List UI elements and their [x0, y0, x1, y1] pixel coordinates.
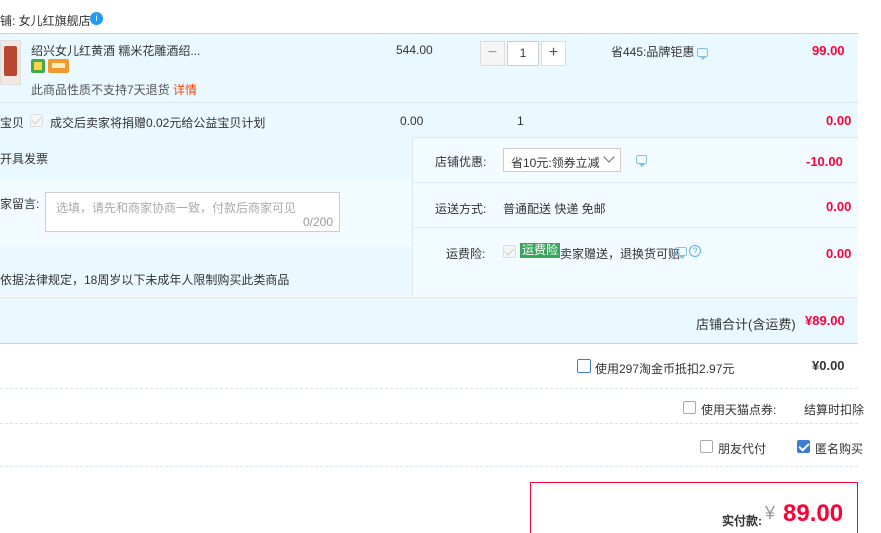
message-label: 家留言:: [0, 197, 40, 211]
item-subtotal: 99.00: [812, 43, 845, 58]
coupon-chat-icon[interactable]: [636, 155, 647, 167]
discount-chat-icon[interactable]: [697, 48, 708, 60]
charity-text: 成交后卖家将捐赠0.02元给公益宝贝计划: [50, 116, 266, 130]
taobao-coins-amount: ¥0.00: [812, 358, 845, 373]
product-title[interactable]: 绍兴女儿红黄酒 糯米花雕酒绍...: [31, 42, 200, 59]
shipping-amount: 0.00: [826, 199, 852, 214]
payment-currency: ¥: [765, 503, 776, 523]
charity-label-prefix: 宝贝: [0, 116, 25, 130]
coupon-label: 店铺优惠:: [435, 155, 487, 169]
chevron-down-icon: [603, 151, 615, 163]
message-input[interactable]: 选填，请先和商家协商一致，付款后商家可见 0/200: [45, 192, 340, 232]
charity-qty: 1: [517, 114, 524, 128]
shop-total-amount: ¥89.00: [805, 313, 845, 328]
payment-label: 实付款:: [722, 514, 762, 528]
qty-minus-button[interactable]: −: [480, 41, 505, 66]
anonymous-label[interactable]: 匿名购买: [815, 440, 863, 457]
anonymous-checkbox[interactable]: [797, 440, 810, 453]
insurance-label: 运费险:: [446, 247, 486, 261]
product-thumbnail-bottle: [4, 46, 17, 76]
shop-wangwang-icon[interactable]: i: [90, 12, 103, 25]
insurance-text: 卖家赠送，退换货可赔: [560, 247, 681, 261]
coupon-select[interactable]: 省10元:领券立减: [503, 148, 621, 172]
payment-amount: 89.00: [783, 500, 844, 527]
friend-pay-label[interactable]: 朋友代付: [718, 440, 766, 457]
tmall-points-label[interactable]: 使用天猫点券:: [701, 401, 776, 418]
return-notice-text: 此商品性质不支持7天退货: [31, 83, 170, 97]
detail-link[interactable]: 详情: [173, 83, 197, 97]
charity-price: 0.00: [400, 114, 424, 128]
charity-checkbox: [30, 114, 43, 127]
shop-name[interactable]: 铺: 女儿红旗舰店: [0, 12, 91, 29]
coupon-selected: 省10元:领券立减: [511, 156, 600, 170]
help-icon[interactable]: ?: [689, 245, 701, 257]
service-icon-card: [48, 59, 69, 73]
taobao-coins-checkbox[interactable]: [577, 359, 591, 373]
help-icon-glyph: ?: [692, 246, 698, 256]
shipping-label: 运送方式:: [435, 202, 487, 216]
tmall-points-checkbox[interactable]: [683, 401, 696, 414]
product-thumbnail[interactable]: [0, 40, 21, 85]
message-count: 0/200: [302, 215, 333, 229]
legal-notice: 依据法律规定，18周岁以下未成年人限制购买此类商品: [0, 273, 290, 287]
qty-input[interactable]: 1: [507, 41, 539, 66]
insurance-chat-icon[interactable]: [676, 247, 687, 259]
return-notice: 此商品性质不支持7天退货 详情: [31, 81, 197, 98]
coupon-amount: -10.00: [806, 154, 843, 169]
insurance-checkbox: [503, 245, 516, 258]
shop-wangwang-icon-glyph: i: [95, 13, 98, 23]
insurance-badge: 运费险: [520, 243, 561, 258]
charity-subtotal: 0.00: [826, 113, 852, 128]
shop-total-label: 店铺合计(含运费): [696, 317, 796, 332]
message-placeholder: 选填，请先和商家协商一致，付款后商家可见: [56, 201, 297, 215]
discount-text: 省445:品牌钜惠: [611, 45, 695, 59]
tmall-points-value: 结算时扣除: [804, 403, 865, 417]
taobao-coins-label[interactable]: 使用297淘金币抵扣2.97元: [595, 360, 734, 377]
payment-box: 实付款: ¥ 89.00: [530, 482, 858, 533]
invoice-label[interactable]: 开具发票: [0, 150, 48, 167]
insurance-amount: 0.00: [826, 246, 852, 261]
unit-price: 544.00: [396, 43, 433, 57]
friend-pay-checkbox[interactable]: [700, 440, 713, 453]
options-divider: [412, 137, 413, 296]
service-icon-gift: [31, 59, 45, 73]
qty-plus-button[interactable]: +: [541, 41, 566, 66]
shipping-value: 普通配送 快递 免邮: [503, 202, 606, 216]
